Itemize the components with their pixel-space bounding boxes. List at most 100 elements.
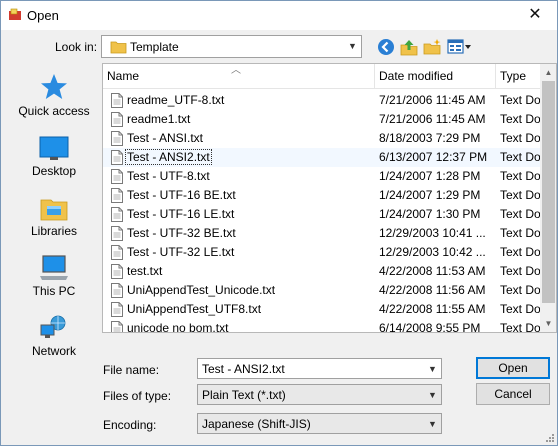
column-date-modified[interactable]: Date modified: [375, 64, 496, 89]
file-name: Test - UTF-16 BE.txt: [127, 188, 236, 202]
text-file-icon: [111, 245, 123, 260]
resize-grip-icon[interactable]: [545, 433, 555, 443]
file-row[interactable]: Test - UTF-16 LE.txt 1/24/2007 1:30 PM Tex…: [103, 205, 541, 224]
scroll-down-icon[interactable]: ▼: [540, 315, 556, 332]
file-row[interactable]: Test - UTF-32 BE.txt 12/29/2003 10:41 ...…: [103, 224, 541, 243]
file-name-label: File name:: [103, 363, 160, 377]
file-type: Text Do: [500, 207, 541, 221]
place-label: Desktop: [31, 164, 77, 178]
look-in-combo[interactable]: Template ▼: [101, 35, 362, 58]
place-this-pc[interactable]: This PC: [8, 254, 100, 298]
folder-icon: [110, 41, 127, 54]
file-date-modified: 4/22/2008 11:56 AM: [379, 283, 486, 297]
scroll-thumb[interactable]: [542, 81, 555, 303]
view-menu-icon[interactable]: [447, 37, 473, 57]
place-label: Quick access: [18, 104, 90, 118]
place-desktop[interactable]: Desktop: [8, 134, 100, 178]
text-file-icon: [111, 131, 123, 146]
file-row[interactable]: Test - UTF-8.txt 1/24/2007 1:28 PM Text Do: [103, 167, 541, 186]
file-row[interactable]: readme1.txt 7/21/2006 11:45 AM Text Do: [103, 110, 541, 129]
file-type: Text Do: [500, 112, 541, 126]
window-title: Open: [27, 8, 59, 23]
file-date-modified: 1/24/2007 1:29 PM: [379, 188, 481, 202]
encoding-value: Japanese (Shift-JIS): [202, 417, 311, 431]
file-date-modified: 4/22/2008 11:53 AM: [379, 264, 486, 278]
files-of-type-label: Files of type:: [103, 389, 172, 403]
place-libraries[interactable]: Libraries: [8, 194, 100, 238]
places-bar: Quick access Desktop Libraries This PC N…: [8, 64, 100, 358]
text-file-icon: [111, 112, 123, 127]
encoding-label: Encoding:: [103, 418, 157, 432]
text-file-icon: [111, 207, 123, 222]
vertical-scrollbar[interactable]: ▲ ▼: [540, 64, 556, 332]
chevron-down-icon[interactable]: ▼: [424, 414, 441, 433]
chevron-down-icon[interactable]: ▼: [344, 36, 361, 57]
files-of-type-value: Plain Text (*.txt): [202, 388, 286, 402]
file-name: Test - ANSI.txt: [127, 131, 204, 145]
new-folder-icon[interactable]: [422, 37, 442, 57]
file-type: Text Do: [500, 245, 541, 259]
text-file-icon: [111, 283, 123, 298]
file-name: Test - UTF-32 BE.txt: [127, 226, 236, 240]
file-name: Test - UTF-8.txt: [127, 169, 210, 183]
file-name-field[interactable]: Test - ANSI2.txt ▼: [197, 358, 442, 379]
file-type: Text Do: [500, 188, 541, 202]
up-folder-icon[interactable]: [399, 37, 419, 57]
open-button[interactable]: Open: [476, 357, 550, 379]
file-row[interactable]: Test - UTF-16 BE.txt 1/24/2007 1:29 PM Tex…: [103, 186, 541, 205]
file-row[interactable]: readme_UTF-8.txt 7/21/2006 11:45 AM Text D…: [103, 91, 541, 110]
file-row[interactable]: test.txt 4/22/2008 11:53 AM Text Do: [103, 262, 541, 281]
file-type: Text Do: [500, 93, 541, 107]
text-file-icon: [111, 150, 123, 165]
text-file-icon: [111, 302, 123, 317]
file-date-modified: 7/21/2006 11:45 AM: [379, 112, 486, 126]
text-file-icon: [111, 93, 123, 108]
place-label: Network: [31, 344, 76, 358]
text-file-icon: [111, 169, 123, 184]
file-name: readme_UTF-8.txt: [127, 93, 225, 107]
column-name[interactable]: Name: [103, 64, 375, 89]
file-row[interactable]: UniAppendTest_Unicode.txt 4/22/2008 11:56…: [103, 281, 541, 300]
files-of-type-select[interactable]: Plain Text (*.txt) ▼: [197, 384, 442, 405]
file-date-modified: 8/18/2003 7:29 PM: [379, 131, 481, 145]
file-row[interactable]: UniAppendTest_UTF8.txt 4/22/2008 11:55 AM…: [103, 300, 541, 319]
file-list[interactable]: ︿ Name Date modified Type readme_UTF-8.t…: [102, 63, 557, 333]
file-name: UniAppendTest_Unicode.txt: [127, 283, 276, 297]
chevron-down-icon[interactable]: ▼: [424, 385, 441, 404]
column-header: ︿ Name Date modified Type: [103, 64, 540, 89]
text-file-icon: [111, 188, 123, 203]
file-type: Text Do: [500, 169, 541, 183]
encoding-select[interactable]: Japanese (Shift-JIS) ▼: [197, 413, 442, 434]
place-label: This PC: [32, 284, 76, 298]
file-row[interactable]: unicode no bom.txt 6/14/2008 9:55 PM Text …: [103, 319, 541, 333]
file-row[interactable]: Test - UTF-32 LE.txt 12/29/2003 10:42 ...…: [103, 243, 541, 262]
column-type[interactable]: Type: [496, 64, 540, 89]
file-name: UniAppendTest_UTF8.txt: [127, 302, 262, 316]
file-type: Text Do: [500, 226, 541, 240]
file-date-modified: 7/21/2006 11:45 AM: [379, 93, 486, 107]
computer-icon: [40, 255, 68, 280]
place-label: Libraries: [30, 224, 78, 238]
file-name: test.txt: [127, 264, 163, 278]
text-file-icon: [111, 226, 123, 241]
chevron-down-icon[interactable]: ▼: [424, 359, 441, 378]
app-icon: [9, 8, 21, 20]
file-row[interactable]: Test - ANSI2.txt 6/13/2007 12:37 PM Text D…: [103, 148, 541, 167]
cancel-button[interactable]: Cancel: [476, 383, 550, 405]
file-type: Text Do: [500, 283, 541, 297]
file-date-modified: 1/24/2007 1:30 PM: [379, 207, 481, 221]
file-type: Text Do: [500, 302, 541, 316]
open-dialog: Open ✕ Look in: Template ▼ Quick access …: [0, 0, 558, 446]
title-bar: Open ✕: [1, 1, 557, 30]
file-name: Test - UTF-16 LE.txt: [127, 207, 235, 221]
place-quick-access[interactable]: Quick access: [8, 72, 100, 118]
scroll-up-icon[interactable]: ▲: [540, 64, 556, 81]
file-name: Test - ANSI2.txt: [125, 149, 212, 165]
back-icon[interactable]: [376, 37, 396, 57]
file-type: Text Do: [500, 131, 541, 145]
file-row[interactable]: Test - ANSI.txt 8/18/2003 7:29 PM Text Do: [103, 129, 541, 148]
star-icon: [41, 74, 67, 99]
close-button[interactable]: ✕: [513, 1, 557, 30]
file-name: unicode no bom.txt: [127, 321, 229, 333]
place-network[interactable]: Network: [8, 314, 100, 358]
